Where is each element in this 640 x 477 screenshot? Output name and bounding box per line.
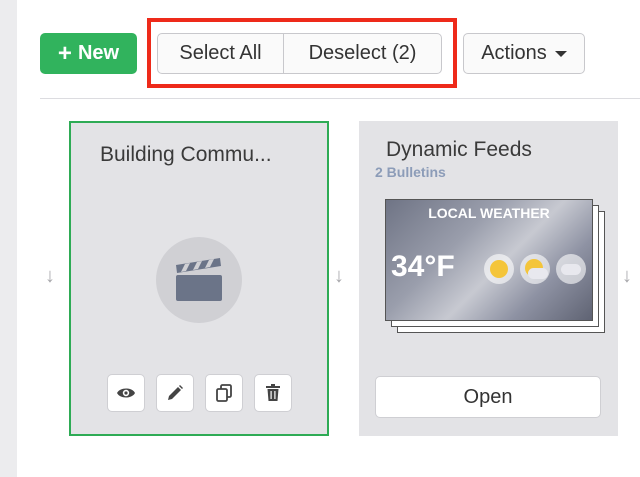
media-placeholder — [156, 237, 242, 323]
toolbar-divider — [40, 98, 640, 99]
selection-button-group: Select All Deselect (2) — [157, 33, 442, 74]
open-button[interactable]: Open — [375, 376, 601, 418]
select-all-button[interactable]: Select All — [158, 34, 284, 73]
actions-dropdown[interactable]: Actions — [463, 33, 585, 74]
actions-label: Actions — [481, 42, 547, 64]
trash-icon — [266, 384, 280, 401]
content-card[interactable]: Building Commu... — [69, 121, 329, 436]
bulletin-count: 2 Bulletins — [375, 164, 446, 180]
duplicate-button[interactable] — [205, 374, 243, 412]
sun-icon — [484, 254, 514, 284]
partly-cloudy-icon — [520, 254, 550, 284]
new-button-label: New — [77, 42, 120, 64]
weather-temperature: 34°F — [391, 250, 455, 283]
cloud-icon — [556, 254, 586, 284]
plus-icon: + — [57, 39, 72, 67]
weather-thumbnail: LOCAL WEATHER 34°F — [385, 199, 593, 321]
card-title: Dynamic Feeds — [386, 138, 532, 161]
arrow-down-icon: ↓ — [334, 265, 344, 287]
preview-button[interactable] — [107, 374, 145, 412]
copy-icon — [216, 384, 232, 402]
card-title: Building Commu... — [100, 143, 272, 166]
deselect-button[interactable]: Deselect (2) — [284, 34, 441, 73]
edit-button[interactable] — [156, 374, 194, 412]
arrow-down-icon: ↓ — [622, 265, 632, 287]
delete-button[interactable] — [254, 374, 292, 412]
eye-icon — [117, 388, 135, 398]
weather-heading: LOCAL WEATHER — [428, 205, 550, 221]
content-card[interactable]: Dynamic Feeds 2 Bulletins LOCAL WEATHER … — [359, 121, 618, 436]
caret-down-icon — [554, 50, 567, 57]
pencil-icon — [168, 385, 183, 400]
arrow-down-icon: ↓ — [45, 265, 55, 287]
card-toolbar — [107, 374, 292, 412]
bulletin-thumbnail-stack: LOCAL WEATHER 34°F — [385, 199, 607, 335]
clapperboard-icon — [176, 258, 222, 301]
new-button[interactable]: + New — [40, 33, 137, 74]
